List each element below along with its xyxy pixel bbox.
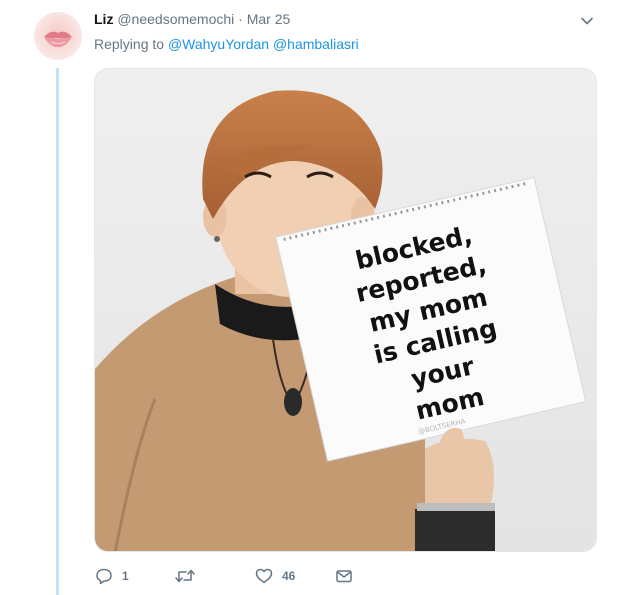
tweet: Liz @needsomemochi · Mar 25 Replying to … — [0, 0, 632, 595]
tweet-date[interactable]: Mar 25 — [247, 11, 291, 27]
avatar[interactable] — [34, 12, 82, 60]
direct-message-button[interactable] — [334, 566, 354, 586]
header-separator: · — [238, 11, 243, 27]
heart-icon — [255, 568, 273, 584]
tweet-actions: 1 46 — [94, 566, 394, 586]
chevron-down-icon — [581, 17, 593, 25]
retweet-button[interactable] — [174, 566, 204, 586]
tweet-image[interactable]: blocked, reported, my mom is calling you… — [94, 68, 597, 552]
thread-connector-line — [56, 68, 59, 595]
lips-icon — [44, 31, 72, 48]
replying-to: Replying to @WahyuYordan @hambaliasri — [94, 36, 359, 52]
replying-to-label: Replying to — [94, 36, 165, 52]
like-count: 46 — [282, 569, 296, 583]
author-name[interactable]: Liz — [94, 11, 113, 27]
mention-link[interactable]: @hambaliasri — [273, 36, 359, 52]
meme-photo: blocked, reported, my mom is calling you… — [95, 69, 596, 551]
reply-button[interactable]: 1 — [94, 566, 129, 586]
envelope-icon — [336, 570, 352, 583]
reply-count: 1 — [122, 569, 129, 583]
author-handle[interactable]: @needsomemochi — [117, 11, 234, 27]
tweet-header: Liz @needsomemochi · Mar 25 — [94, 11, 290, 27]
mention-link[interactable]: @WahyuYordan — [168, 36, 269, 52]
reply-icon — [96, 568, 112, 585]
more-options-button[interactable] — [580, 14, 594, 28]
like-button[interactable]: 46 — [254, 566, 295, 586]
retweet-icon — [175, 569, 195, 583]
